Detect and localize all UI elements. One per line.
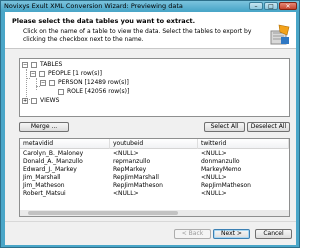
tree-node-label[interactable]: TABLES [40, 61, 62, 69]
table-cell: Edward_J._Markey [23, 166, 77, 173]
table-cell: Jim_Matheson [23, 182, 65, 189]
close-button[interactable]: ✕ [279, 2, 297, 10]
column-header-twitterid[interactable]: twitterid [198, 139, 289, 149]
table-cell: <NULL> [201, 150, 227, 157]
tree-node-label[interactable]: PERSON [12489 row(s)] [58, 79, 129, 87]
column-header-metavidid[interactable]: metavidid [20, 139, 110, 149]
tree-node-people[interactable]: − PEOPLE [1 row(s)] [30, 70, 150, 78]
table-cell: <NULL> [113, 150, 139, 157]
title-bar[interactable]: Novixys Exult XML Conversion Wizard: Pre… [1, 1, 299, 11]
maximize-button[interactable]: □ [264, 2, 278, 10]
scrollbar-thumb[interactable] [28, 211, 178, 215]
table-cell: donmanzullo [201, 158, 240, 165]
expand-icon[interactable]: + [22, 98, 28, 104]
table-cell: Donald_A._Manzullo [23, 158, 83, 165]
next-button[interactable]: Next > [213, 229, 250, 239]
tree-connector [26, 78, 30, 79]
table-cell: RepJimMatheson [201, 182, 251, 189]
tree-node-label[interactable]: VIEWS [40, 97, 59, 105]
table-row[interactable]: Carolyn_B._Maloney <NULL> <NULL> [20, 150, 289, 158]
people-checkbox[interactable] [39, 71, 45, 77]
tree-node-label[interactable]: PEOPLE [1 row(s)] [48, 70, 102, 78]
table-cell: repmanzullo [113, 158, 151, 165]
person-checkbox[interactable] [49, 80, 55, 86]
tree-connector [36, 78, 37, 90]
table-cell: RepJimMarshall [113, 174, 159, 181]
table-cell: <NULL> [201, 190, 227, 197]
table-cell: Carolyn_B._Maloney [23, 150, 84, 157]
table-row[interactable]: Donald_A._Manzullo repmanzullo donmanzul… [20, 158, 289, 166]
collapse-icon[interactable]: − [30, 71, 36, 77]
wizard-logo-icon [270, 24, 290, 45]
cancel-button[interactable]: Cancel [255, 229, 292, 239]
grid-header: metavidid youtubeid twitterid [20, 139, 289, 149]
views-checkbox[interactable] [31, 98, 37, 104]
merge-button[interactable]: Merge ... [19, 122, 69, 132]
minimize-button[interactable]: – [249, 2, 263, 10]
tree-node-person[interactable]: − PERSON [12489 row(s)] [40, 79, 180, 87]
tree-node-role[interactable]: ROLE [42056 row(s)] [58, 88, 198, 96]
tables-checkbox[interactable] [31, 62, 37, 68]
select-all-button[interactable]: Select All [204, 122, 245, 132]
table-cell: MarkeyMemo [201, 166, 242, 173]
back-button[interactable]: < Back [174, 229, 211, 239]
deselect-all-button[interactable]: Deselect All [247, 122, 290, 132]
collapse-icon[interactable]: − [22, 62, 28, 68]
wizard-header: Please select the data tables you want t… [5, 12, 296, 49]
table-cell: RepMarkey [113, 166, 147, 173]
window-title: Novixys Exult XML Conversion Wizard: Pre… [4, 2, 183, 10]
wizard-body: Please select the data tables you want t… [5, 12, 296, 245]
table-row[interactable]: Robert_Matsui <NULL> <NULL> [20, 190, 289, 198]
column-header-youtubeid[interactable]: youtubeid [110, 139, 198, 149]
tree-node-views[interactable]: + VIEWS [22, 97, 142, 105]
table-row[interactable]: Jim_Marshall RepJimMarshall <NULL> [20, 174, 289, 182]
footer-divider [5, 221, 296, 222]
page-heading: Please select the data tables you want t… [12, 17, 196, 25]
table-cell: RepJimMatheson [113, 182, 163, 189]
table-tree[interactable]: − TABLES − PEOPLE [1 row(s)] − PERSON [1… [19, 58, 290, 117]
table-row[interactable]: Edward_J._Markey RepMarkey MarkeyMemo [20, 166, 289, 174]
wizard-window: Novixys Exult XML Conversion Wizard: Pre… [0, 0, 300, 248]
table-cell: <NULL> [113, 190, 139, 197]
table-cell: Jim_Marshall [23, 174, 61, 181]
tree-node-label[interactable]: ROLE [42056 row(s)] [67, 88, 129, 96]
table-row[interactable]: Jim_Matheson RepJimMatheson RepJimMathes… [20, 182, 289, 190]
data-preview-grid[interactable]: metavidid youtubeid twitterid Carolyn_B.… [19, 138, 290, 217]
tree-connector [26, 69, 27, 97]
role-checkbox[interactable] [58, 89, 64, 95]
table-cell: <NULL> [201, 174, 227, 181]
horizontal-scrollbar[interactable] [20, 210, 289, 216]
collapse-icon[interactable]: − [40, 80, 46, 86]
page-description: Click on the name of a table to view the… [23, 28, 252, 43]
table-cell: Robert_Matsui [23, 190, 66, 197]
tree-node-tables[interactable]: − TABLES [22, 61, 142, 69]
